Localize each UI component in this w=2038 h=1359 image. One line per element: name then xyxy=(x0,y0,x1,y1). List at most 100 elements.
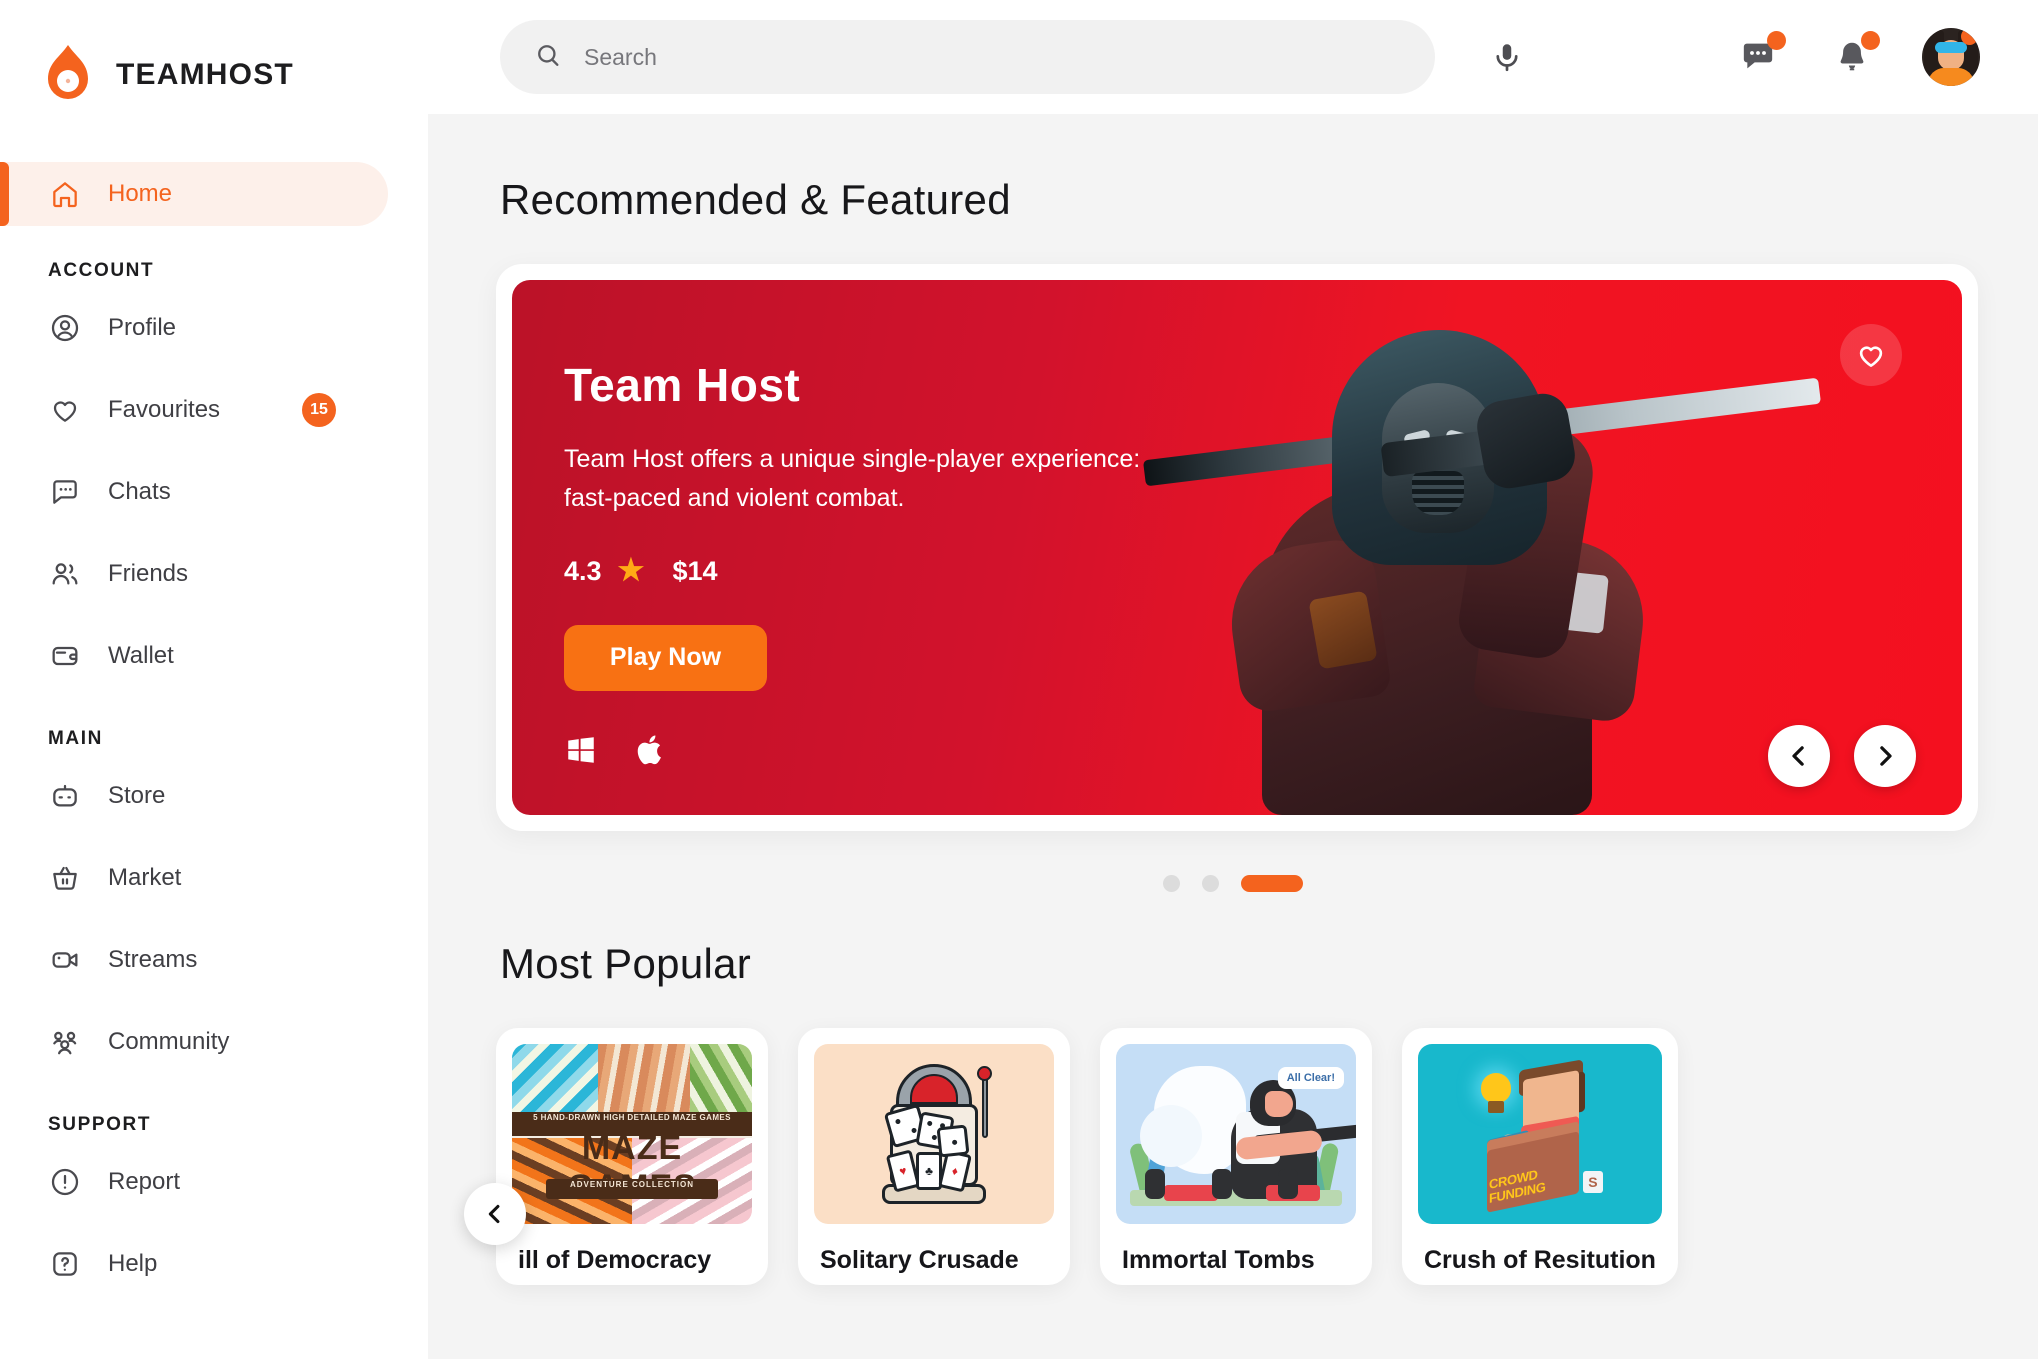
mini-soldier-1 xyxy=(1144,1168,1165,1199)
game-card-title: Crush of Resitution xyxy=(1424,1246,1656,1274)
speech-bubble: All Clear! xyxy=(1277,1067,1344,1090)
crowdfunding-voxel-art: CROWD FUNDING S xyxy=(1418,1044,1662,1224)
sidebar-item-label: Community xyxy=(108,1028,230,1055)
sidebar-item-label: Report xyxy=(108,1168,181,1195)
search-bar[interactable] xyxy=(500,20,1435,94)
sidebar-item-report[interactable]: Report xyxy=(0,1150,388,1214)
game-card[interactable]: CROWD FUNDING S Crush of Resitution xyxy=(1402,1028,1678,1285)
box-badge: S xyxy=(1582,1171,1603,1193)
game-card-title: ill of Democracy xyxy=(518,1246,712,1274)
lightbulb-base xyxy=(1487,1101,1504,1113)
lightbulb-icon xyxy=(1480,1073,1511,1103)
carousel-pagination xyxy=(428,875,2038,892)
hero-price: $14 xyxy=(672,555,718,586)
sidebar-item-chats[interactable]: Chats xyxy=(0,460,388,524)
content-scroll: Recommended & Featured Team Host Team Ho… xyxy=(428,114,2038,1359)
carousel-dot-2[interactable] xyxy=(1202,875,1219,892)
hero-description-line2: fast-paced and violent combat. xyxy=(564,483,905,512)
sidebar: TEAMHOST Home ACCOUNT Profile Favourites… xyxy=(0,0,428,1359)
maze-art-sub-band-text: ADVENTURE COLLECTION xyxy=(570,1179,694,1189)
play-now-button[interactable]: Play Now xyxy=(564,624,767,691)
favourites-badge: 15 xyxy=(302,393,336,427)
tactical-squad-art: All Clear! xyxy=(1116,1044,1356,1224)
hero-favourite-button[interactable] xyxy=(1840,324,1902,386)
carousel-dot-1[interactable] xyxy=(1163,875,1180,892)
hero-platforms xyxy=(564,733,1284,772)
user-circle-icon xyxy=(48,311,82,345)
heart-icon xyxy=(48,393,82,427)
topbar-actions xyxy=(1734,28,1980,86)
slot-lever xyxy=(982,1076,988,1138)
sidebar-item-store[interactable]: Store xyxy=(0,764,388,828)
community-icon xyxy=(48,1025,82,1059)
sidebar-item-friends[interactable]: Friends xyxy=(0,542,388,606)
sidebar-item-label: Chats xyxy=(108,478,171,505)
sidebar-item-label: Streams xyxy=(108,946,198,973)
app-root: TEAMHOST Home ACCOUNT Profile Favourites… xyxy=(0,0,2038,1359)
voxel-illustration: CROWD FUNDING S xyxy=(1465,1059,1615,1213)
sidebar-item-home[interactable]: Home xyxy=(0,162,388,226)
sidebar-item-streams[interactable]: Streams xyxy=(0,928,388,992)
notifications-button[interactable] xyxy=(1828,31,1880,81)
sidebar-item-favourites[interactable]: Favourites 15 xyxy=(0,378,388,442)
sidebar-item-label: Favourites xyxy=(108,396,221,423)
slot-machine-illustration: ♥ ♣ ♦ xyxy=(880,1064,992,1204)
hero-prev-button[interactable] xyxy=(1768,725,1830,787)
chat-bubble-icon xyxy=(48,475,82,509)
hero-glove xyxy=(1473,389,1579,493)
game-card[interactable]: All Clear! Immortal Tombs xyxy=(1100,1028,1372,1285)
topbar xyxy=(428,0,2038,114)
brand[interactable]: TEAMHOST xyxy=(0,0,428,110)
game-card-title: Solitary Crusade xyxy=(820,1246,1019,1274)
hero-belt-pouch xyxy=(1308,590,1378,670)
sidebar-item-label: Profile xyxy=(108,314,177,341)
avatar-body xyxy=(1928,68,1974,86)
maze-art-top-band-text: 5 HAND-DRAWN HIGH DETAILED MAZE GAMES xyxy=(533,1113,731,1123)
main-area: Recommended & Featured xyxy=(428,0,2038,1359)
hero-card: Team Host Team Host offers a unique sing… xyxy=(496,264,1978,831)
hero-mask-grill xyxy=(1412,471,1464,515)
hero-title: Team Host xyxy=(564,359,801,411)
dice-three xyxy=(936,1124,970,1158)
search-input[interactable] xyxy=(584,20,1401,94)
avatar-visor xyxy=(1935,42,1967,53)
wallet-icon xyxy=(48,639,82,673)
popular-cards-list: 5 HAND-DRAWN HIGH DETAILED MAZE GAMES MA… xyxy=(496,1028,1978,1285)
hero-description: Team Host offers a unique single-player … xyxy=(564,440,1284,518)
game-card[interactable]: 5 HAND-DRAWN HIGH DETAILED MAZE GAMES MA… xyxy=(496,1028,768,1285)
gamepad-icon xyxy=(48,779,82,813)
sidebar-item-label: Help xyxy=(108,1250,158,1277)
microphone-icon[interactable] xyxy=(1481,31,1533,83)
avatar[interactable] xyxy=(1922,28,1980,86)
hero-next-button[interactable] xyxy=(1854,725,1916,787)
game-card-title: Immortal Tombs xyxy=(1122,1246,1315,1274)
hero-meta: 4.3 ★ $14 xyxy=(564,556,1284,587)
smoke-cloud-small xyxy=(1140,1105,1202,1168)
hero-copy: Team Host Team Host offers a unique sing… xyxy=(564,358,1284,772)
brand-name: TEAMHOST xyxy=(116,58,294,91)
sidebar-item-help[interactable]: Help xyxy=(0,1232,388,1296)
sidebar-item-label: Market xyxy=(108,864,182,891)
video-camera-icon xyxy=(48,943,82,977)
mini-soldier-3 xyxy=(1278,1168,1299,1199)
popular-prev-button[interactable] xyxy=(464,1183,526,1245)
hero-carousel-controls xyxy=(1768,725,1916,787)
game-card[interactable]: ♥ ♣ ♦ Solitary Crusade xyxy=(798,1028,1070,1285)
sidebar-item-market[interactable]: Market xyxy=(0,846,388,910)
search-icon xyxy=(534,41,562,74)
sidebar-section-support: SUPPORT xyxy=(48,1114,152,1135)
sidebar-item-label: Wallet xyxy=(108,642,174,669)
sidebar-item-wallet[interactable]: Wallet xyxy=(0,624,388,688)
carousel-dot-3[interactable] xyxy=(1241,875,1303,892)
messages-notification-dot xyxy=(1767,31,1786,50)
sidebar-section-main: MAIN xyxy=(48,728,103,749)
slot-machine-art: ♥ ♣ ♦ xyxy=(814,1044,1054,1224)
sidebar-item-label: Friends xyxy=(108,560,189,587)
messages-button[interactable] xyxy=(1734,31,1786,81)
sidebar-item-community[interactable]: Community xyxy=(0,1010,388,1074)
sidebar-item-profile[interactable]: Profile xyxy=(0,296,388,360)
alert-circle-icon xyxy=(48,1165,82,1199)
soldier-face xyxy=(1264,1090,1293,1117)
sidebar-item-label: Home xyxy=(108,180,173,207)
basket-icon xyxy=(48,861,82,895)
